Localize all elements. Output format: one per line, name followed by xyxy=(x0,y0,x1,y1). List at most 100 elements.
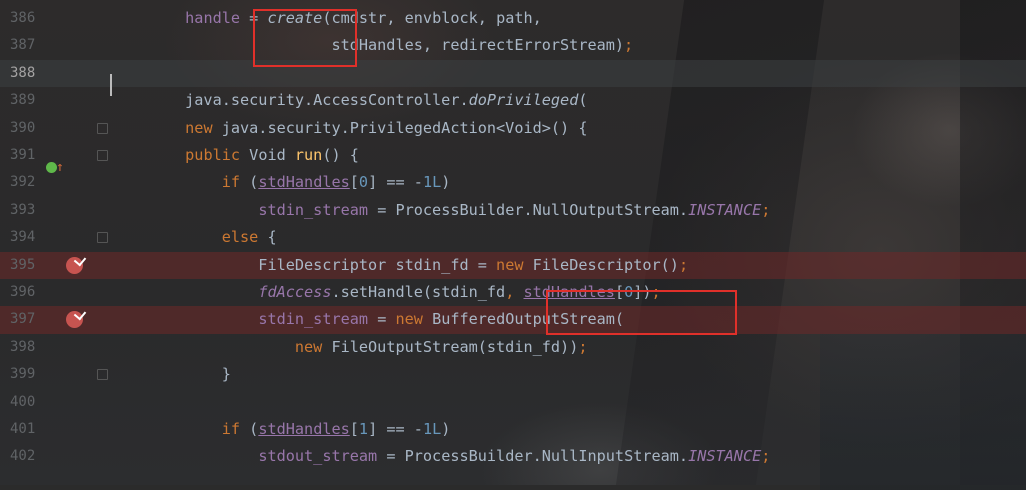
line-number[interactable]: 391 xyxy=(10,142,40,169)
code-text[interactable]: if (stdHandles[1] == -1L) xyxy=(112,416,451,443)
line-number[interactable]: 397 xyxy=(10,306,40,333)
code-token: = xyxy=(368,310,396,329)
code-token: new xyxy=(185,118,222,137)
code-token: INSTANCE xyxy=(688,200,762,219)
code-text[interactable]: stdout_stream = ProcessBuilder.NullInput… xyxy=(112,443,770,470)
code-token: ; xyxy=(678,255,689,274)
code-line-400[interactable] xyxy=(0,389,1026,416)
code-text[interactable]: public Void run() { xyxy=(112,142,359,169)
line-number[interactable]: 393 xyxy=(10,197,40,224)
code-token: ; xyxy=(578,337,588,356)
line-number[interactable]: 402 xyxy=(10,443,40,470)
code-token: ) xyxy=(441,420,451,438)
code-token: stdHandles xyxy=(258,173,350,192)
fold-marker-icon[interactable] xyxy=(97,232,108,244)
code-text[interactable]: stdin_stream = ProcessBuilder.NullOutput… xyxy=(112,197,770,224)
line-number[interactable]: 396 xyxy=(10,279,40,306)
code-token: stdHandles xyxy=(258,420,350,438)
code-token: stdin_stream xyxy=(258,200,369,219)
code-token: ( xyxy=(249,173,259,192)
line-number[interactable]: 387 xyxy=(10,32,40,59)
code-text[interactable]: } xyxy=(112,361,231,388)
code-token: run xyxy=(294,146,323,164)
code-token: INSTANCE xyxy=(688,447,762,466)
line-number[interactable]: 399 xyxy=(10,361,40,388)
code-token: new xyxy=(395,310,433,329)
code-text[interactable]: FileDescriptor stdin_fd = new FileDescri… xyxy=(112,252,688,279)
code-token: FileOutputStream(stdin_fd)) xyxy=(331,337,579,356)
code-token: public xyxy=(185,146,250,164)
code-token: if xyxy=(221,420,250,438)
code-token: ( xyxy=(578,91,588,110)
line-number[interactable]: 394 xyxy=(10,224,40,251)
code-token: 1L xyxy=(422,420,442,438)
line-number[interactable]: 388 xyxy=(10,60,40,87)
code-token: ] == - xyxy=(368,420,423,438)
line-number[interactable]: 401 xyxy=(10,416,40,443)
annotation-box-stdhandles xyxy=(546,290,737,335)
code-token: 1 xyxy=(358,420,369,438)
code-token: ( xyxy=(249,420,259,438)
code-token: handle xyxy=(185,9,241,27)
breakpoint-icon[interactable] xyxy=(66,256,83,274)
code-token: .setHandle(stdin_fd xyxy=(331,283,506,301)
code-token: java.security.AccessController. xyxy=(112,91,469,110)
code-token: fdAccess xyxy=(258,283,332,301)
code-token: java.security.PrivilegedAction<Void>() { xyxy=(221,118,588,137)
code-token: stdHandles, redirectErrorStream) xyxy=(112,36,625,55)
override-arrow-icon[interactable]: ↑ xyxy=(56,160,64,175)
annotation-box-create-call xyxy=(253,9,357,67)
code-token: else xyxy=(221,228,268,247)
code-token: FileDescriptor() xyxy=(532,255,679,274)
code-token: = ProcessBuilder.NullOutputStream. xyxy=(368,200,689,219)
line-number[interactable]: 398 xyxy=(10,334,40,361)
code-text[interactable]: new FileOutputStream(stdin_fd)); xyxy=(112,334,588,361)
code-token: [ xyxy=(349,173,359,192)
code-token: ; xyxy=(624,36,634,55)
code-token: stdout_stream xyxy=(258,447,378,466)
line-number[interactable]: 386 xyxy=(10,5,40,32)
fold-marker-icon[interactable] xyxy=(97,150,108,161)
code-token: FileDescriptor stdin_fd = xyxy=(112,255,497,274)
code-text[interactable]: stdHandles, redirectErrorStream); xyxy=(112,32,633,59)
code-token: ; xyxy=(761,200,771,219)
code-token: ] == - xyxy=(368,173,423,192)
text-caret xyxy=(110,74,112,96)
line-number[interactable]: 389 xyxy=(10,87,40,114)
line-number[interactable]: 390 xyxy=(10,115,40,142)
code-token: stdin_stream xyxy=(258,310,369,329)
line-number[interactable]: 395 xyxy=(10,252,40,279)
code-token: new xyxy=(294,337,332,356)
code-token: new xyxy=(496,255,533,274)
code-token: 1L xyxy=(422,173,442,192)
fold-marker-icon[interactable] xyxy=(97,369,108,381)
code-line-388[interactable] xyxy=(0,59,1026,88)
code-token: () { xyxy=(322,146,359,164)
code-token: = ProcessBuilder.NullInputStream. xyxy=(377,447,689,466)
code-token: ) xyxy=(441,173,451,192)
code-text[interactable]: java.security.AccessController.doPrivile… xyxy=(112,87,588,114)
code-text[interactable]: if (stdHandles[0] == -1L) xyxy=(112,169,451,196)
code-token: 0 xyxy=(358,173,369,192)
code-text[interactable]: new java.security.PrivilegedAction<Void>… xyxy=(112,115,587,142)
line-number[interactable]: 392 xyxy=(10,169,40,196)
line-number[interactable]: 400 xyxy=(10,389,40,416)
fold-marker-icon[interactable] xyxy=(97,122,108,134)
code-text[interactable]: else { xyxy=(112,224,277,251)
code-token: if xyxy=(221,173,250,192)
code-token: Void xyxy=(249,146,295,164)
code-token: } xyxy=(112,365,231,384)
code-token: , xyxy=(505,283,524,301)
code-token: { xyxy=(267,228,277,247)
